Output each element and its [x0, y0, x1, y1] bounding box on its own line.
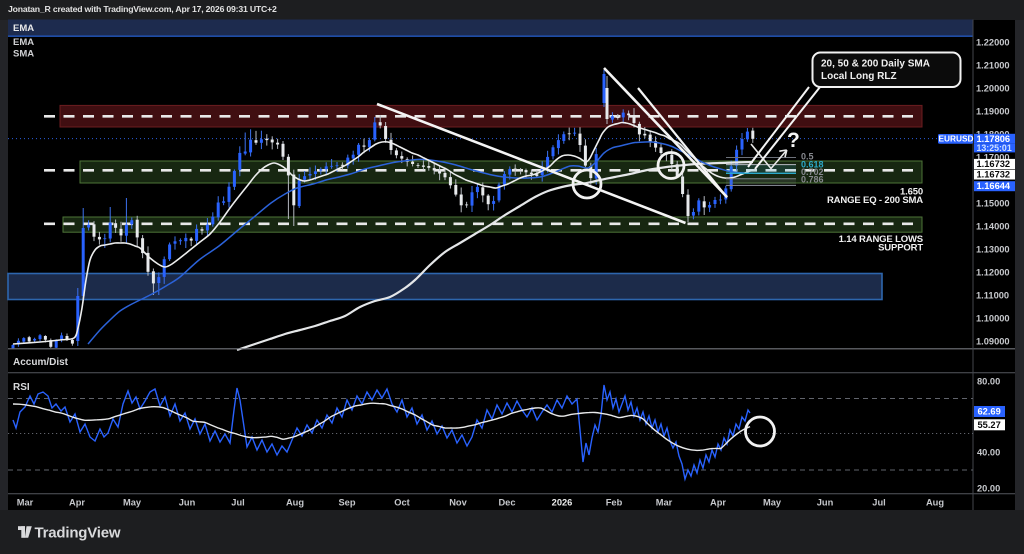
svg-text:Aug: Aug [286, 498, 304, 508]
svg-text:Sep: Sep [338, 498, 355, 508]
svg-text:Jul: Jul [231, 498, 244, 508]
svg-text:55.27: 55.27 [978, 420, 1001, 430]
svg-text:Oct: Oct [394, 498, 410, 508]
svg-text:Nov: Nov [449, 498, 467, 508]
svg-text:RSI: RSI [13, 382, 30, 393]
svg-text:62.69: 62.69 [978, 407, 1001, 417]
svg-text:1.13000: 1.13000 [976, 244, 1010, 254]
svg-text:Apr: Apr [69, 498, 85, 508]
svg-text:SMA: SMA [13, 48, 34, 59]
svg-text:Dec: Dec [498, 498, 515, 508]
svg-text:2026: 2026 [552, 498, 573, 508]
svg-text:?: ? [787, 129, 800, 152]
svg-text:Jun: Jun [817, 498, 834, 508]
svg-text:Local Long RLZ: Local Long RLZ [821, 71, 897, 82]
svg-text:EMA: EMA [13, 23, 34, 34]
svg-text:1.09000: 1.09000 [976, 336, 1010, 346]
svg-text:80.00: 80.00 [977, 376, 1000, 386]
svg-text:1.16644: 1.16644 [977, 181, 1011, 191]
svg-text:RANGE EQ - 200 SMA: RANGE EQ - 200 SMA [827, 195, 923, 206]
svg-text:1.11000: 1.11000 [976, 290, 1009, 300]
svg-text:1.14000: 1.14000 [976, 221, 1010, 231]
svg-text:Accum/Dist: Accum/Dist [13, 357, 69, 368]
svg-text:20.00: 20.00 [977, 483, 1000, 493]
svg-text:0.786: 0.786 [801, 175, 824, 185]
svg-text:EURUSD: EURUSD [938, 133, 973, 143]
svg-text:Mar: Mar [17, 498, 34, 508]
svg-text:13:25:01: 13:25:01 [977, 143, 1012, 153]
svg-text:Aug: Aug [926, 498, 944, 508]
svg-text:SUPPORT: SUPPORT [878, 243, 923, 254]
svg-text:1.20000: 1.20000 [976, 83, 1010, 93]
svg-text:Jun: Jun [179, 498, 196, 508]
svg-text:1.22000: 1.22000 [976, 37, 1010, 47]
svg-text:Feb: Feb [606, 498, 623, 508]
svg-text:1.12000: 1.12000 [976, 267, 1010, 277]
svg-text:1.21000: 1.21000 [976, 60, 1010, 70]
svg-text:EMA: EMA [13, 37, 34, 48]
svg-text:Apr: Apr [710, 498, 726, 508]
svg-text:40.00: 40.00 [977, 447, 1000, 457]
svg-text:Jul: Jul [872, 498, 885, 508]
svg-text:20, 50 & 200 Daily SMA: 20, 50 & 200 Daily SMA [821, 59, 930, 70]
svg-text:1.16732: 1.16732 [977, 170, 1011, 180]
svg-text:1.10000: 1.10000 [976, 313, 1010, 323]
svg-text:Mar: Mar [656, 498, 673, 508]
svg-text:May: May [763, 498, 782, 508]
svg-text:1.19000: 1.19000 [976, 106, 1010, 116]
svg-text:1.16732: 1.16732 [977, 159, 1011, 169]
svg-text:TradingView: TradingView [35, 525, 121, 542]
svg-text:May: May [123, 498, 142, 508]
svg-text:1.15000: 1.15000 [976, 198, 1010, 208]
